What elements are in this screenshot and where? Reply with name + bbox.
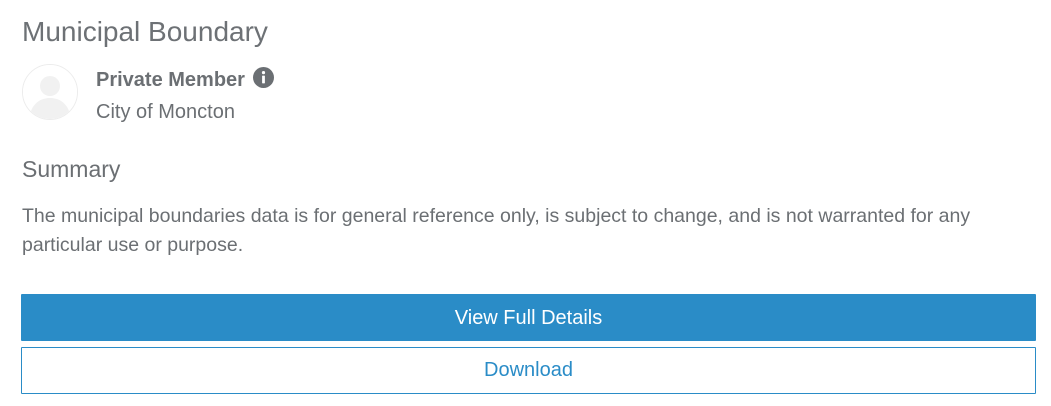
summary-heading: Summary	[22, 156, 121, 182]
view-full-details-button[interactable]: View Full Details	[21, 294, 1036, 341]
summary-text: The municipal boundaries data is for gen…	[22, 205, 971, 256]
owner-name-row: Private Member	[96, 66, 274, 94]
info-icon[interactable]	[252, 66, 274, 88]
avatar	[22, 64, 78, 120]
item-details-panel: Municipal Boundary Private Member City o…	[0, 0, 1051, 406]
owner-name: Private Member	[96, 69, 245, 91]
owner-section: Private Member City of Moncton	[22, 64, 422, 124]
user-silhouette-icon	[23, 65, 77, 119]
download-button[interactable]: Download	[21, 347, 1036, 394]
item-title: Municipal Boundary	[22, 16, 268, 47]
owner-organization: City of Moncton	[96, 101, 235, 123]
